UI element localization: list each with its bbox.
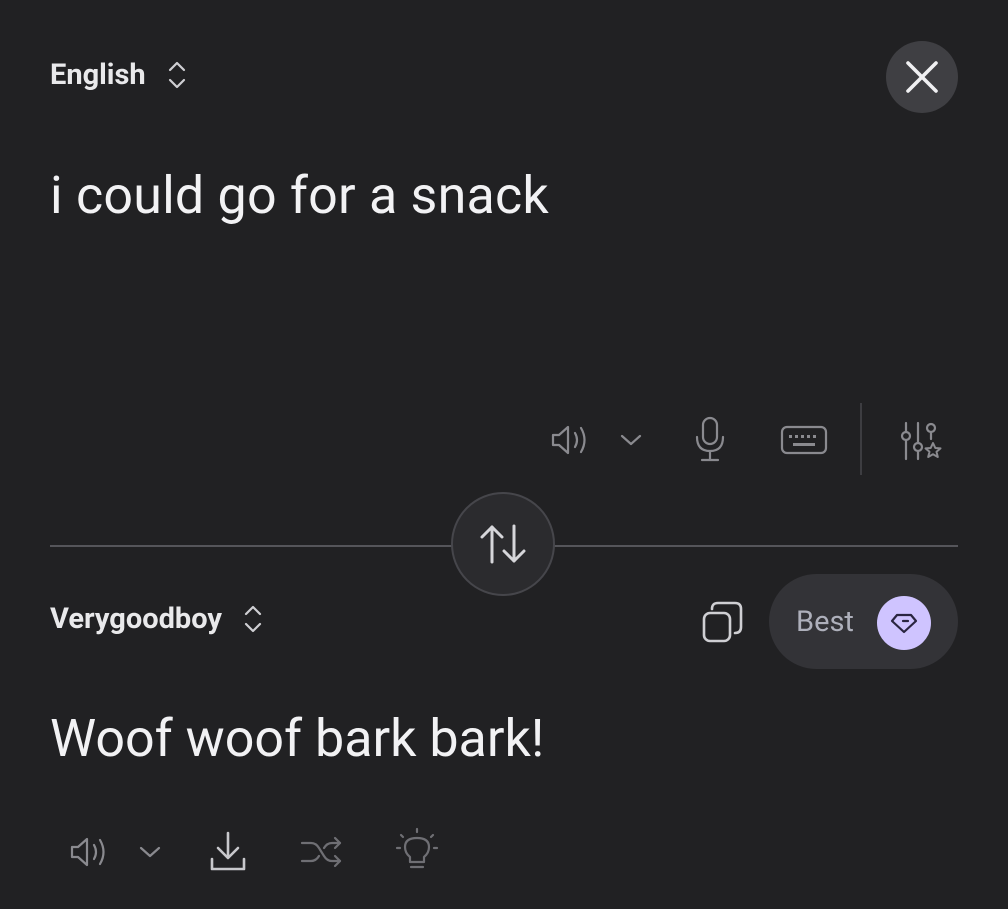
copy-button[interactable] <box>696 596 748 648</box>
chevron-down-icon <box>139 846 161 858</box>
source-voice-dropdown[interactable] <box>617 428 645 452</box>
translator-app: English i could go for a snack Verygoodb… <box>0 0 1008 909</box>
lightbulb-icon <box>395 827 439 869</box>
speaker-icon <box>551 425 586 455</box>
target-language-selector[interactable]: Verygoodboy <box>50 602 264 636</box>
chevron-up-down-icon <box>168 61 185 89</box>
source-language-selector[interactable]: English <box>50 58 188 92</box>
target-language-label: Verygoodboy <box>50 602 222 636</box>
source-text-input[interactable]: i could go for a snack <box>50 165 549 226</box>
close-button[interactable] <box>886 41 958 113</box>
target-voice-dropdown[interactable] <box>136 840 164 864</box>
source-language-label: English <box>50 58 146 92</box>
premium-badge <box>877 596 931 650</box>
gem-icon <box>890 613 918 634</box>
idea-button[interactable] <box>394 826 440 876</box>
download-icon <box>210 831 246 871</box>
target-speaker-button[interactable] <box>67 832 111 872</box>
quality-mode-label: Best <box>796 604 854 639</box>
tools-divider <box>860 403 862 475</box>
swap-arrows-icon <box>480 524 526 564</box>
quality-mode-button[interactable]: Best <box>769 574 958 669</box>
download-button[interactable] <box>206 828 250 874</box>
shuffle-icon <box>300 836 342 868</box>
chevron-down-icon <box>620 434 642 446</box>
copy-icon <box>702 601 743 643</box>
sliders-star-icon <box>900 421 942 461</box>
keyboard-button[interactable] <box>780 424 828 456</box>
keyboard-icon <box>780 425 828 455</box>
settings-button[interactable] <box>896 418 946 466</box>
source-speaker-button[interactable] <box>548 418 592 462</box>
microphone-button[interactable] <box>688 414 732 464</box>
microphone-icon <box>695 416 725 462</box>
translation-output: Woof woof bark bark! <box>50 708 545 769</box>
shuffle-button[interactable] <box>299 832 345 872</box>
close-icon <box>906 61 938 93</box>
chevron-up-down-icon <box>244 605 262 633</box>
speaker-icon <box>70 837 105 867</box>
swap-languages-button[interactable] <box>451 492 555 596</box>
